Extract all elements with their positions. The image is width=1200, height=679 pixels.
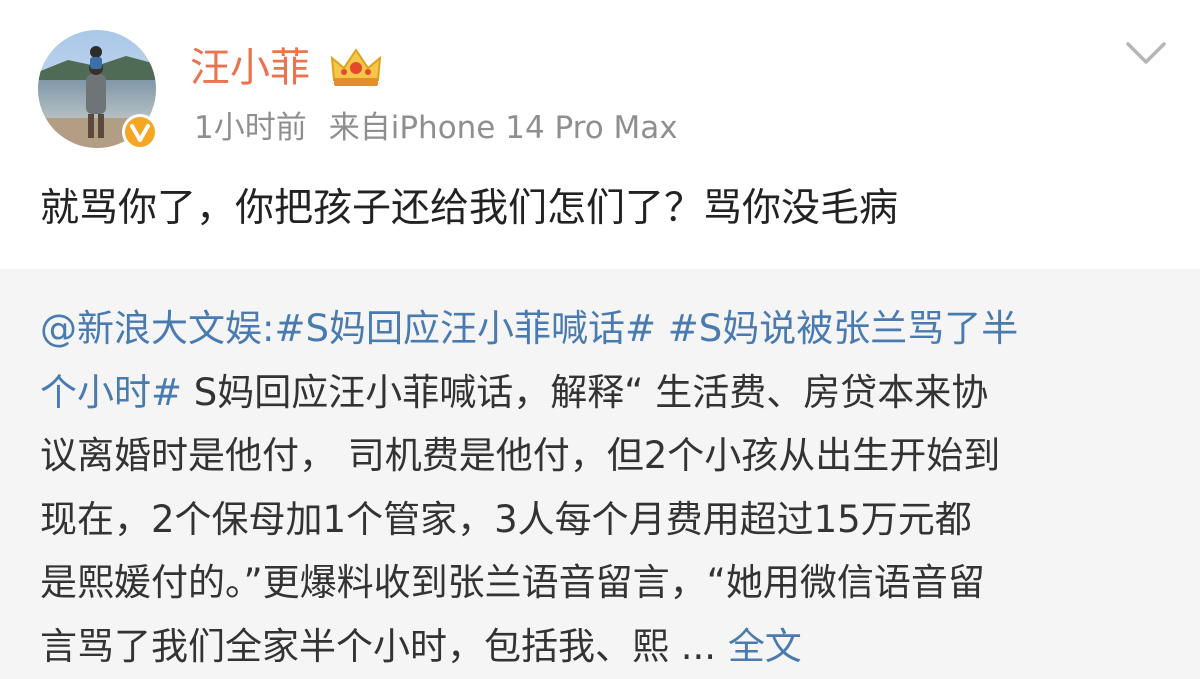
repost-line-2: 个小时# S妈回应汪小菲喊话，解释“ 生活费、房贷本来协 bbox=[40, 361, 1170, 425]
repost-line-4: 现在，2个保母加1个管家，3人每个月费用超过15万元都 bbox=[40, 497, 972, 541]
crown-icon[interactable] bbox=[328, 44, 384, 90]
repost-card[interactable]: @新浪大文娱:#S妈回应汪小菲喊话# #S妈说被张兰骂了半 个小时# S妈回应汪… bbox=[0, 269, 1200, 679]
repost-line-6-text: 言骂了我们全家半个小时，包括我、熙 ... bbox=[40, 624, 728, 668]
post-meta: 1小时前 来自iPhone 14 Pro Max bbox=[194, 106, 678, 150]
chevron-down-icon[interactable] bbox=[1124, 38, 1168, 70]
full-text-link[interactable]: 全文 bbox=[728, 625, 802, 668]
post-text: 就骂你了，你把孩子还给我们怎们了？骂你没毛病 bbox=[40, 186, 899, 231]
hashtag-link-1[interactable]: #S妈回应汪小菲喊话# bbox=[274, 307, 656, 350]
verified-badge-icon bbox=[120, 112, 160, 152]
post-time: 1小时前 bbox=[194, 110, 307, 146]
hashtag-link-2a[interactable]: #S妈说被张兰骂了半 bbox=[668, 307, 1019, 350]
repost-line-1: @新浪大文娱:#S妈回应汪小菲喊话# #S妈说被张兰骂了半 bbox=[40, 297, 1170, 361]
repost-line-3: 议离婚时是他付， 司机费是他付，但2个小孩从出生开始到 bbox=[40, 434, 1001, 477]
post-source[interactable]: 来自iPhone 14 Pro Max bbox=[329, 110, 678, 146]
repost-line-2-text: S妈回应汪小菲喊话，解释“ 生活费、房贷本来协 bbox=[182, 370, 989, 414]
repost-line-5: 是熙媛付的。”更爆料收到张兰语音留言，“她用微信语音留 bbox=[40, 561, 985, 604]
hashtag-link-2b[interactable]: 个小时# bbox=[40, 371, 182, 414]
repost-line-6: 言骂了我们全家半个小时，包括我、熙 ... 全文 bbox=[40, 615, 1170, 679]
avatar-container[interactable] bbox=[38, 30, 158, 150]
repost-text: @新浪大文娱:#S妈回应汪小菲喊话# #S妈说被张兰骂了半 个小时# S妈回应汪… bbox=[40, 297, 1170, 678]
username[interactable]: 汪小菲 bbox=[190, 42, 310, 94]
weibo-post: 汪小菲 1小时前 来自iPhone 14 Pro Max 就骂你了，你把孩子还给我… bbox=[0, 0, 1200, 679]
mention-colon: : bbox=[262, 307, 275, 350]
author-mention-link[interactable]: @新浪大文娱 bbox=[40, 307, 262, 350]
